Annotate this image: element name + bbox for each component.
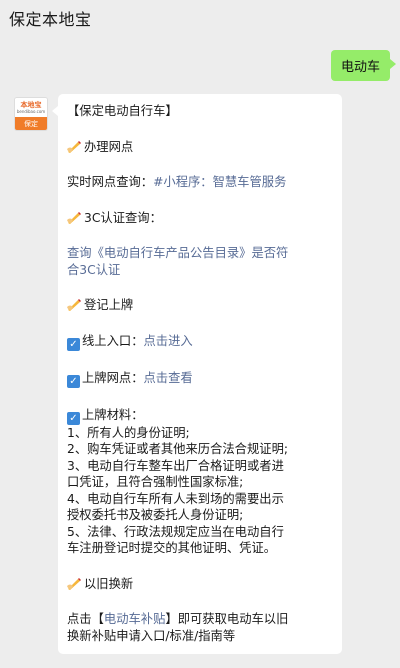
chat-title: 保定本地宝 (9, 10, 92, 29)
subsidy-link[interactable]: 电动车补贴 (104, 612, 166, 626)
section-3c-query: 3C认证查询： (67, 210, 334, 227)
trade-in-row: 点击【电动车补贴】即可获取电动车以旧 换新补贴申请入口/标准/指南等 (67, 612, 289, 643)
material-item: 5、法律、行政法规规定应当在电动自行 (67, 524, 284, 539)
writing-hand-icon (67, 299, 81, 311)
realtime-query-row: 实时网点查询：#小程序：智慧车管服务 (67, 175, 287, 189)
online-entry-link[interactable]: 点击进入 (144, 334, 193, 348)
writing-hand-icon (67, 140, 81, 153)
mini-program-link[interactable]: #小程序：智慧车管服务 (153, 175, 286, 189)
outlet-row: ✓ 上牌网点：点击查看 (67, 370, 334, 388)
material-item: 3、电动自行车整车出厂合格证明或者进 (67, 458, 284, 473)
section-registration: 登记上牌 (67, 297, 334, 314)
avatar-logo: 本地宝 bendibao.com (15, 98, 47, 117)
chat-header: 保定本地宝 (0, 0, 400, 36)
incoming-bubble: 【保定电动自行车】 办理网点 实时网点查询：#小程序：智慧车管服务 3C认证查询… (52, 94, 342, 654)
writing-hand-icon (67, 211, 81, 224)
material-item: 授权委托书及被委托人身份证明; (67, 508, 244, 522)
material-item: 4、电动自行车所有人未到场的需要出示 (67, 491, 284, 506)
outgoing-message: 电动车 (330, 50, 397, 81)
online-entry-row: ✓ 线上入口：点击进入 (67, 333, 334, 351)
avatar[interactable]: 本地宝 bendibao.com 保定 (14, 97, 48, 131)
outgoing-bubble: 电动车 (330, 50, 397, 81)
materials-block: ✓ 上牌材料： 1、所有人的身份证明; 2、购车凭证或者其他来历合法合规证明; 3… (67, 407, 334, 557)
checkbox-icon: ✓ (67, 337, 80, 351)
writing-hand-icon (67, 577, 81, 590)
section-service-points: 办理网点 (67, 139, 334, 156)
avatar-city: 保定 (15, 117, 47, 130)
section-trade-in: 以旧换新 (67, 576, 334, 593)
material-item: 车注册登记时提交的其他证明、凭证。 (67, 541, 277, 555)
checkbox-icon: ✓ (67, 374, 80, 388)
checkbox-icon: ✓ (67, 411, 80, 425)
message-heading: 【保定电动自行车】 (67, 104, 178, 118)
3c-query-link[interactable]: 查询《电动自行车产品公告目录》是否符 合3C认证 (67, 245, 334, 278)
material-item: 口凭证，且符合强制性国家标准; (67, 475, 244, 489)
material-item: 2、购车凭证或者其他来历合法合规证明; (67, 442, 289, 456)
material-item: 1、所有人的身份证明; (67, 425, 190, 440)
outlet-link[interactable]: 点击查看 (144, 371, 193, 385)
